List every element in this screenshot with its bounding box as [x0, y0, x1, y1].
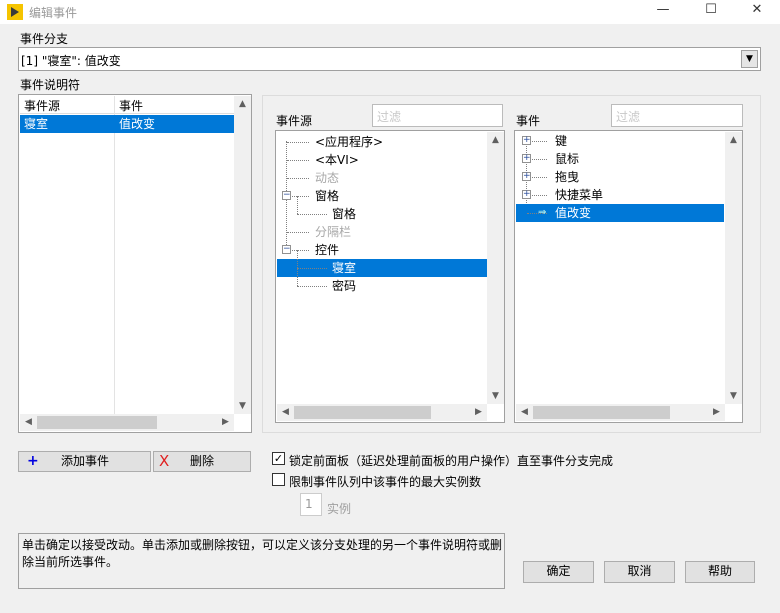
expand-icon[interactable]: + — [522, 190, 531, 199]
events-tree[interactable]: ▲ ▼ ◀ ▶ + 键 + 鼠标 + 拖曳 + 快捷菜单 ⇒ 值改变 — [514, 130, 743, 423]
column-header-event[interactable]: 事件 — [119, 97, 143, 114]
event-tree-item[interactable]: + 快捷菜单 — [516, 186, 724, 204]
source-filter-input[interactable]: 过滤 — [372, 104, 503, 127]
instances-input[interactable]: 1 — [300, 493, 322, 516]
delete-button[interactable]: X 删除 — [153, 451, 251, 472]
source-tree-item[interactable]: 密码 — [277, 268, 487, 295]
event-tree-item[interactable]: ⇒ 值改变 — [516, 204, 724, 222]
source-item-label: 窗格 — [315, 189, 340, 203]
vertical-scrollbar[interactable]: ▲ ▼ — [487, 132, 504, 404]
add-event-button[interactable]: + 添加事件 — [18, 451, 151, 472]
help-text: 单击确定以接受改动。单击添加或删除按钮，可以定义该分支处理的另一个事件说明符或删… — [18, 533, 505, 589]
horizontal-scrollbar[interactable]: ◀ ▶ — [516, 404, 725, 421]
source-tree-item[interactable]: 窗格 — [277, 196, 487, 223]
lock-panel-label: 锁定前面板（延迟处理前面板的用户操作）直至事件分支完成 — [289, 454, 614, 468]
case-dropdown[interactable]: [1] "寝室": 值改变 ▼ — [18, 47, 761, 71]
horizontal-scrollbar[interactable]: ◀ ▶ — [277, 404, 487, 421]
window-title: 编辑事件 — [29, 6, 78, 20]
event-filter-input[interactable]: 过滤 — [611, 104, 743, 127]
source-tree-item[interactable]: 寝室 — [277, 250, 487, 277]
event-item-label: 键 — [555, 134, 568, 148]
source-item-label: 动态 — [315, 171, 340, 185]
arrow-right-icon: ⇒ — [538, 207, 547, 218]
close-button[interactable]: ✕ — [742, 2, 772, 22]
filter-placeholder: 过滤 — [377, 110, 402, 124]
source-item-label: 寝室 — [332, 261, 357, 275]
source-tree-item[interactable]: 动态 — [277, 169, 487, 187]
lock-panel-checkbox[interactable]: ✓ — [272, 452, 285, 465]
source-tree-item[interactable]: <应用程序> — [277, 133, 487, 151]
ok-button[interactable]: 确定 — [523, 561, 594, 583]
expand-icon[interactable]: + — [522, 172, 531, 181]
case-value: [1] "寝室": 值改变 — [21, 54, 121, 68]
event-item-label: 快捷菜单 — [555, 188, 604, 202]
sources-label: 事件源 — [276, 114, 313, 128]
sources-tree[interactable]: ▲ ▼ ◀ ▶ <应用程序> <本VI> 动态 − 窗格 窗格 分隔栏 − 控件 寝室 密码 — [275, 130, 505, 423]
source-tree-item[interactable]: <本VI> — [277, 151, 487, 169]
source-item-label: 控件 — [315, 243, 340, 257]
help-button[interactable]: 帮助 — [685, 561, 755, 583]
event-tree-item[interactable]: + 鼠标 — [516, 150, 724, 168]
specifiers-label: 事件说明符 — [20, 78, 81, 92]
source-item-label: 窗格 — [332, 207, 357, 221]
source-item-label: <本VI> — [315, 153, 359, 167]
vertical-scrollbar[interactable]: ▲ ▼ — [234, 96, 251, 414]
event-tree-item[interactable]: + 键 — [516, 132, 724, 150]
limit-queue-checkbox[interactable] — [272, 473, 285, 486]
event-item-label: 鼠标 — [555, 152, 580, 166]
horizontal-scrollbar[interactable]: ◀ ▶ — [20, 414, 234, 431]
specifier-event: 值改变 — [119, 117, 156, 131]
source-item-label: 分隔栏 — [315, 225, 352, 239]
labview-logo-icon — [7, 4, 23, 20]
collapse-icon[interactable]: − — [282, 245, 291, 254]
expand-icon[interactable]: + — [522, 154, 531, 163]
limit-queue-label: 限制事件队列中该事件的最大实例数 — [289, 475, 482, 489]
plus-icon: + — [27, 453, 39, 469]
source-item-label: <应用程序> — [315, 135, 384, 149]
source-item-label: 密码 — [332, 279, 357, 293]
add-event-label: 添加事件 — [61, 454, 110, 468]
delete-label: 删除 — [190, 454, 215, 468]
event-item-label: 拖曳 — [555, 170, 580, 184]
event-tree-item[interactable]: + 拖曳 — [516, 168, 724, 186]
chevron-down-icon[interactable]: ▼ — [741, 50, 758, 68]
instances-label: 实例 — [327, 502, 352, 516]
source-tree-item[interactable]: − 窗格 — [277, 187, 487, 205]
specifiers-list[interactable]: 事件源 事件 寝室 值改变 ▲ ▼ ◀ ▶ — [18, 94, 252, 433]
specifier-row[interactable]: 寝室 值改变 — [20, 115, 234, 133]
source-tree-item[interactable]: − 控件 — [277, 241, 487, 259]
collapse-icon[interactable]: − — [282, 191, 291, 200]
column-header-source[interactable]: 事件源 — [24, 97, 60, 114]
filter-placeholder: 过滤 — [616, 110, 641, 124]
maximize-button[interactable]: ☐ — [696, 2, 726, 22]
events-label: 事件 — [516, 114, 541, 128]
vertical-scrollbar[interactable]: ▲ ▼ — [725, 132, 742, 404]
minimize-button[interactable]: — — [648, 2, 678, 22]
cancel-button[interactable]: 取消 — [604, 561, 675, 583]
event-item-label: 值改变 — [555, 206, 592, 220]
case-label: 事件分支 — [20, 32, 69, 46]
source-tree-item[interactable]: 分隔栏 — [277, 223, 487, 241]
specifier-source: 寝室 — [24, 117, 49, 131]
delete-x-icon: X — [159, 452, 170, 470]
expand-icon[interactable]: + — [522, 136, 531, 145]
